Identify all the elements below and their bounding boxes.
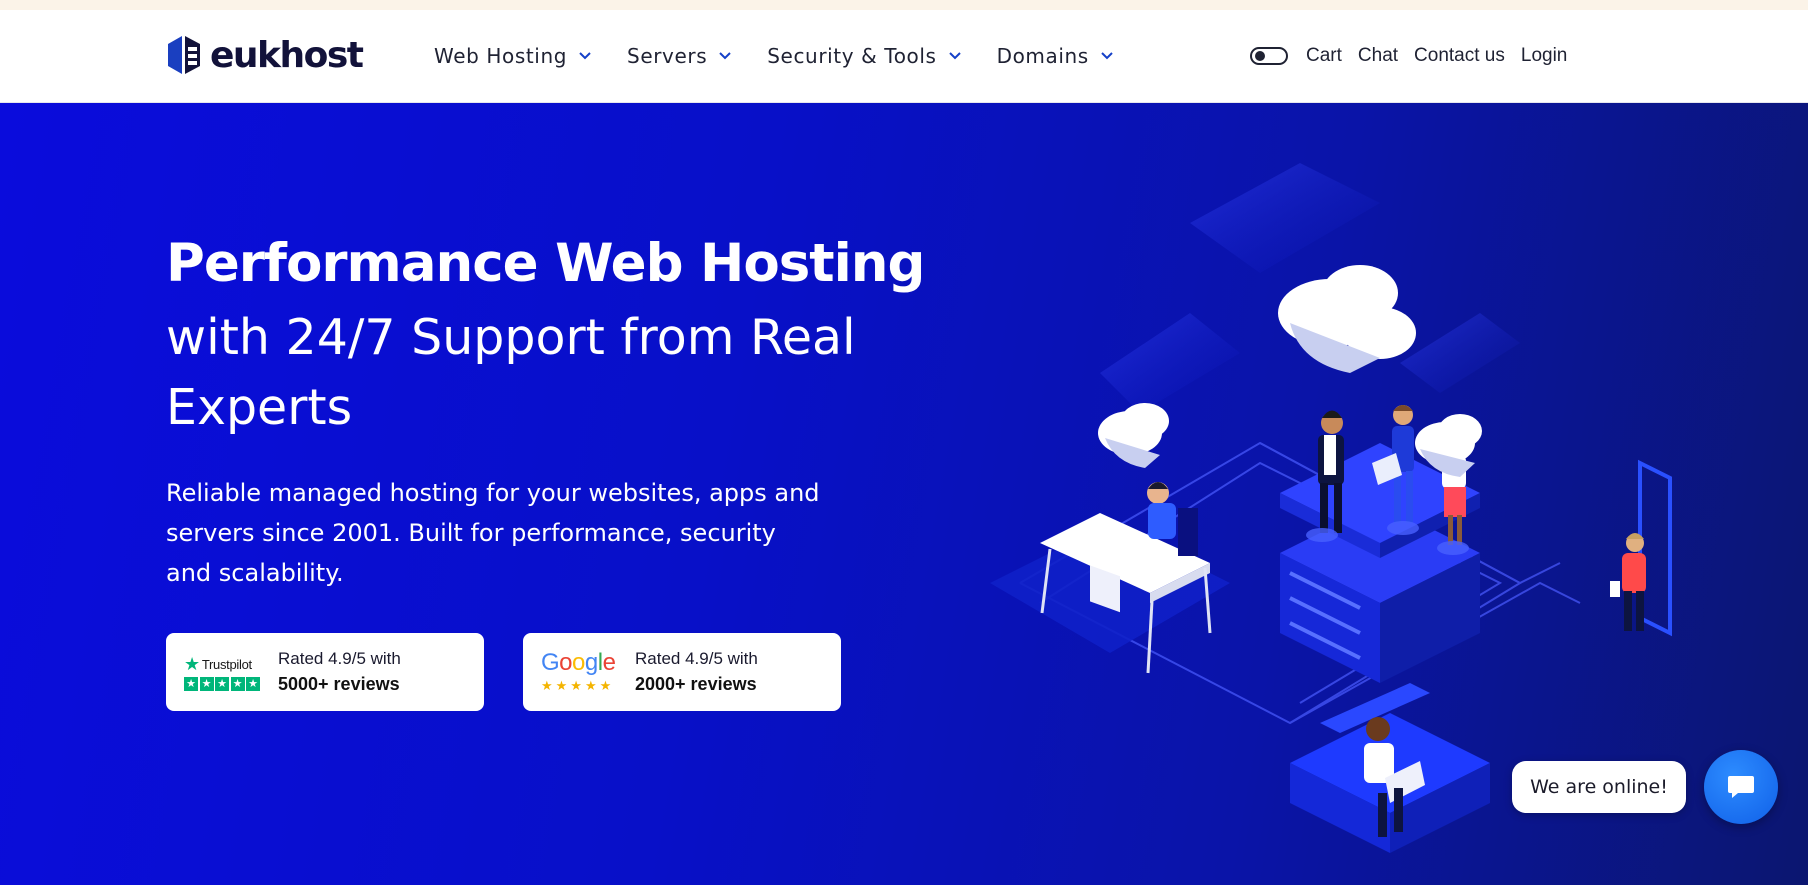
hero-lead: Reliable managed hosting for your websit… [166, 479, 820, 587]
chevron-down-icon [579, 52, 591, 60]
light-beam [1400, 313, 1520, 393]
nav-label: Security & Tools [767, 44, 937, 68]
logo[interactable]: eukhost [166, 34, 364, 76]
chat-launcher-button[interactable] [1704, 750, 1778, 824]
phone-outline-icon [1638, 459, 1672, 637]
cloud-icon [1278, 265, 1416, 373]
hero-title-rest: with 24/7 Support from Real Experts [166, 309, 856, 436]
badge-reviews-count: 5000+ reviews [278, 674, 400, 694]
contact-us-link[interactable]: Contact us [1414, 45, 1505, 67]
utility-nav: Cart Chat Contact us Login [1250, 10, 1583, 102]
cart-link[interactable]: Cart [1306, 45, 1342, 67]
nav-web-hosting[interactable]: Web Hosting [434, 44, 591, 68]
nav-servers[interactable]: Servers [627, 44, 731, 68]
google-logo: Google ★★★★★ [541, 650, 619, 694]
logo-text: eukhost [210, 34, 364, 76]
trustpilot-stars-icon: ★ ★ ★ ★ ★ [184, 676, 262, 691]
toggle-knob [1255, 51, 1265, 61]
sofa-figure [1290, 683, 1490, 853]
google-rating-badge[interactable]: Google ★★★★★ Rated 4.9/5 with 2000+ revi… [523, 633, 841, 711]
trustpilot-brand: Trustpilot [201, 656, 252, 672]
nav-label: Servers [627, 44, 708, 68]
badge-rating-text: Rated 4.9/5 with [278, 649, 401, 668]
login-link[interactable]: Login [1521, 45, 1568, 67]
trustpilot-star-icon: ★ [184, 653, 200, 674]
nav-label: Domains [996, 44, 1089, 68]
site-header: eukhost Web Hosting Servers Security & T… [0, 10, 1808, 103]
nav-label: Web Hosting [434, 44, 568, 68]
light-beam [1190, 163, 1380, 273]
chevron-down-icon [948, 52, 961, 60]
trustpilot-logo: ★ Trustpilot ★ ★ ★ ★ ★ [184, 654, 262, 691]
chat-status-bubble[interactable]: We are online! [1512, 761, 1686, 813]
logo-mark-icon [168, 36, 200, 74]
main-nav: Web Hosting Servers Security & Tools Dom… [434, 10, 1149, 102]
chevron-down-icon [1101, 52, 1113, 60]
person-figure [1610, 533, 1646, 631]
badge-reviews-count: 2000+ reviews [635, 674, 757, 694]
light-beam [1100, 313, 1240, 413]
chevron-down-icon [719, 52, 731, 60]
trustpilot-rating-badge[interactable]: ★ Trustpilot ★ ★ ★ ★ ★ Rated 4.9/5 with 5000+… [166, 633, 484, 711]
google-stars-icon: ★★★★★ [541, 678, 615, 693]
chat-link[interactable]: Chat [1358, 45, 1398, 67]
google-brand: Google [541, 649, 616, 676]
chat-icon [1728, 776, 1754, 798]
top-strip [0, 0, 1808, 10]
nav-security-tools[interactable]: Security & Tools [767, 44, 961, 68]
dark-mode-toggle[interactable] [1250, 47, 1288, 65]
cloud-icon [1098, 403, 1169, 468]
badge-rating-text: Rated 4.9/5 with [635, 649, 758, 668]
hero-title-bold: Performance Web Hosting [166, 233, 925, 294]
nav-domains[interactable]: Domains [997, 44, 1113, 68]
